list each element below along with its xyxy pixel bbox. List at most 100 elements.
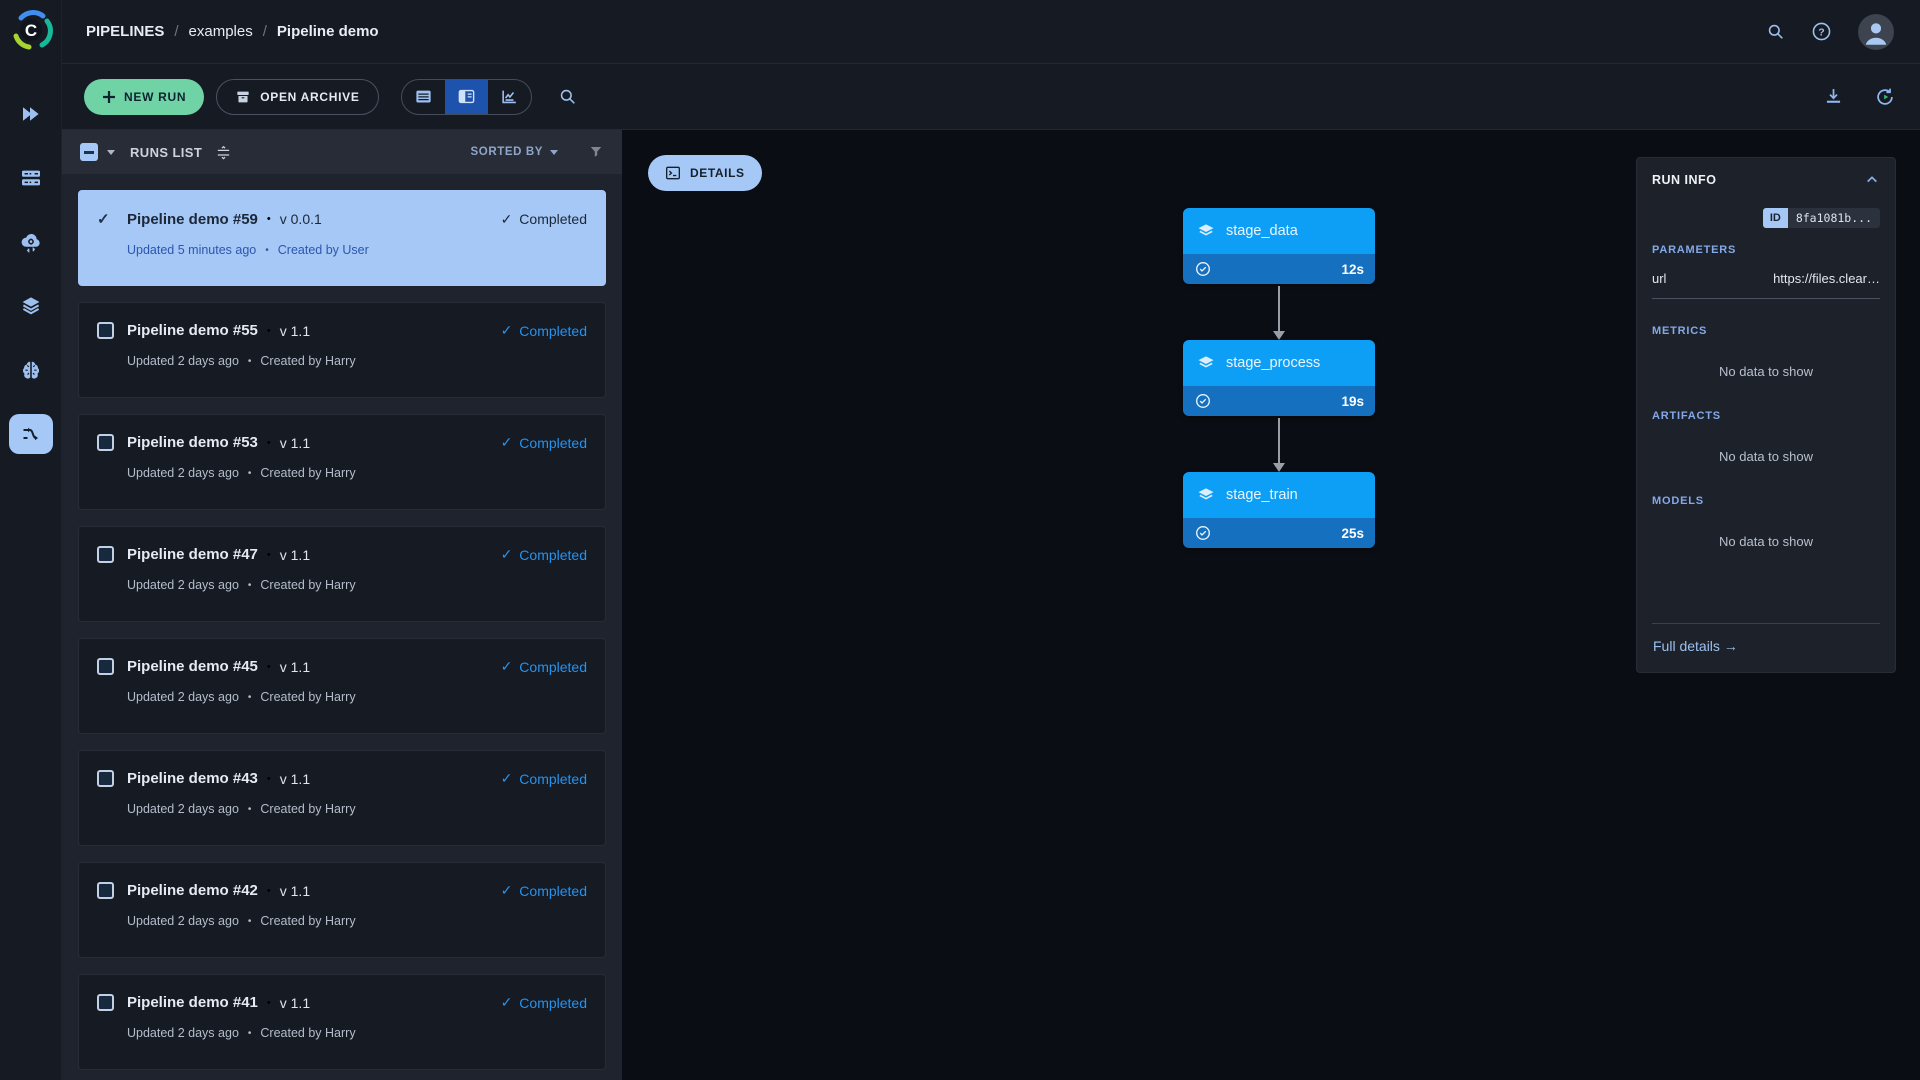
app-root: C PIPELIN bbox=[0, 0, 1920, 1080]
run-list-item[interactable]: ✓ Pipeline demo #43 v 1.1 ✓ Completed Up… bbox=[78, 750, 606, 846]
run-list-item[interactable]: ✓ Pipeline demo #55 v 1.1 ✓ Completed Up… bbox=[78, 302, 606, 398]
select-dropdown-caret-icon[interactable] bbox=[107, 150, 115, 155]
sidebar-item-projects[interactable] bbox=[9, 94, 53, 134]
node-name: stage_process bbox=[1226, 355, 1320, 371]
run-updated-text: Updated 2 days ago bbox=[127, 354, 239, 368]
help-button[interactable]: ? bbox=[1811, 21, 1832, 42]
run-updated-text: Updated 2 days ago bbox=[127, 690, 239, 704]
new-run-button[interactable]: NEW RUN bbox=[84, 79, 204, 115]
parameter-row[interactable]: url https://files.clear… bbox=[1652, 271, 1880, 299]
filter-button[interactable] bbox=[588, 144, 604, 160]
run-status-label: Completed bbox=[519, 435, 587, 451]
clearml-logo-icon[interactable]: C bbox=[7, 6, 55, 54]
filter-icon bbox=[588, 144, 604, 160]
run-checkbox[interactable] bbox=[97, 770, 114, 787]
metrics-label: METRICS bbox=[1652, 325, 1880, 337]
auto-refresh-button[interactable] bbox=[1874, 86, 1896, 108]
runs-list-items: ✓ Pipeline demo #59 v 0.0.1 ✓ Completed … bbox=[62, 174, 622, 1080]
pipeline-node[interactable]: stage_data 12s bbox=[1183, 208, 1375, 284]
workers-icon bbox=[19, 166, 43, 190]
user-avatar[interactable] bbox=[1858, 14, 1894, 50]
run-id-chip[interactable]: ID 8fa1081b... bbox=[1652, 208, 1880, 228]
separator-dot bbox=[248, 692, 252, 703]
separator-dot bbox=[248, 580, 252, 591]
pipeline-dag: stage_data 12s stage_process 19s stage_t… bbox=[1183, 208, 1375, 548]
completed-check-icon: ✓ bbox=[501, 322, 513, 339]
run-list-item[interactable]: ✓ Pipeline demo #42 v 1.1 ✓ Completed Up… bbox=[78, 862, 606, 958]
sidebar-item-models[interactable] bbox=[9, 350, 53, 390]
new-run-label: NEW RUN bbox=[124, 90, 186, 104]
run-status-badge: ✓ Completed bbox=[501, 322, 587, 339]
run-checkbox[interactable] bbox=[97, 994, 114, 1011]
separator-dot bbox=[248, 804, 252, 815]
run-checkbox[interactable] bbox=[97, 658, 114, 675]
dag-arrow bbox=[1273, 416, 1285, 472]
pipeline-node[interactable]: stage_train 25s bbox=[1183, 472, 1375, 548]
sorted-by-dropdown[interactable]: SORTED BY bbox=[471, 146, 559, 158]
runs-search-button[interactable] bbox=[558, 87, 577, 106]
node-completed-icon bbox=[1194, 260, 1212, 278]
select-all-checkbox[interactable] bbox=[80, 143, 98, 161]
runs-panel: RUNS LIST SORTED BY ✓ bbox=[62, 130, 622, 1080]
run-updated-text: Updated 2 days ago bbox=[127, 914, 239, 928]
separator-dot bbox=[267, 213, 271, 225]
table-view-button[interactable] bbox=[402, 80, 445, 114]
separator-dot bbox=[267, 661, 271, 673]
split-view-icon bbox=[457, 87, 476, 106]
help-icon: ? bbox=[1811, 21, 1832, 42]
run-list-item[interactable]: ✓ Pipeline demo #41 v 1.1 ✓ Completed Up… bbox=[78, 974, 606, 1070]
run-list-item[interactable]: ✓ Pipeline demo #59 v 0.0.1 ✓ Completed … bbox=[78, 190, 606, 286]
run-creator-text: Created by Harry bbox=[260, 578, 355, 592]
run-updated-text: Updated 2 days ago bbox=[127, 466, 239, 480]
tune-icon bbox=[215, 144, 232, 161]
search-button[interactable] bbox=[1766, 22, 1785, 41]
customize-columns-button[interactable] bbox=[215, 144, 232, 161]
run-updated-text: Updated 2 days ago bbox=[127, 578, 239, 592]
run-checkbox[interactable] bbox=[97, 322, 114, 339]
svg-text:?: ? bbox=[1818, 26, 1824, 38]
open-archive-button[interactable]: OPEN ARCHIVE bbox=[216, 79, 378, 115]
chart-view-button[interactable] bbox=[488, 80, 531, 114]
run-version: v 1.1 bbox=[280, 547, 310, 563]
id-label: ID bbox=[1763, 208, 1788, 228]
chevron-up-icon bbox=[1864, 172, 1880, 188]
run-checkbox[interactable] bbox=[97, 882, 114, 899]
full-details-link[interactable]: Full details → bbox=[1653, 638, 1738, 654]
run-creator-text: Created by Harry bbox=[260, 466, 355, 480]
run-checkbox[interactable] bbox=[97, 434, 114, 451]
run-status-label: Completed bbox=[519, 995, 587, 1011]
selected-check-icon: ✓ bbox=[97, 210, 110, 228]
run-status-badge: ✓ Completed bbox=[501, 770, 587, 787]
run-title: Pipeline demo #59 bbox=[127, 211, 258, 228]
breadcrumb-pipelines[interactable]: PIPELINES bbox=[86, 23, 189, 40]
collapse-panel-button[interactable] bbox=[1864, 172, 1880, 188]
download-button[interactable] bbox=[1823, 86, 1844, 107]
details-button[interactable]: DETAILS bbox=[648, 155, 762, 191]
sidebar-item-pipelines[interactable] bbox=[9, 414, 53, 454]
auto-refresh-icon bbox=[1874, 86, 1896, 108]
separator-dot bbox=[267, 325, 271, 337]
sidebar-item-workers[interactable] bbox=[9, 158, 53, 198]
main-column: PIPELINES examples Pipeline demo ? NEW R… bbox=[62, 0, 1920, 1080]
parameter-key: url bbox=[1652, 271, 1666, 286]
breadcrumb-examples[interactable]: examples bbox=[189, 23, 277, 40]
run-list-item[interactable]: ✓ Pipeline demo #47 v 1.1 ✓ Completed Up… bbox=[78, 526, 606, 622]
sidebar-item-datasets[interactable] bbox=[9, 286, 53, 326]
pipeline-canvas[interactable]: DETAILS stage_data 12s stage_process 19s bbox=[622, 130, 1920, 1080]
completed-check-icon: ✓ bbox=[501, 658, 513, 675]
run-version: v 1.1 bbox=[280, 995, 310, 1011]
run-status-label: Completed bbox=[519, 659, 587, 675]
run-status-badge: ✓ Completed bbox=[501, 434, 587, 451]
split-view-button[interactable] bbox=[445, 80, 488, 114]
separator-dot bbox=[267, 437, 271, 449]
run-list-item[interactable]: ✓ Pipeline demo #45 v 1.1 ✓ Completed Up… bbox=[78, 638, 606, 734]
run-checkbox[interactable] bbox=[97, 546, 114, 563]
node-completed-icon bbox=[1194, 524, 1212, 542]
runs-list-title: RUNS LIST bbox=[130, 145, 202, 160]
run-list-item[interactable]: ✓ Pipeline demo #53 v 1.1 ✓ Completed Up… bbox=[78, 414, 606, 510]
pipeline-node[interactable]: stage_process 19s bbox=[1183, 340, 1375, 416]
id-value: 8fa1081b... bbox=[1788, 208, 1880, 228]
sidebar-item-automation[interactable] bbox=[9, 222, 53, 262]
run-updated-text: Updated 5 minutes ago bbox=[127, 243, 256, 257]
models-label: MODELS bbox=[1652, 495, 1880, 507]
